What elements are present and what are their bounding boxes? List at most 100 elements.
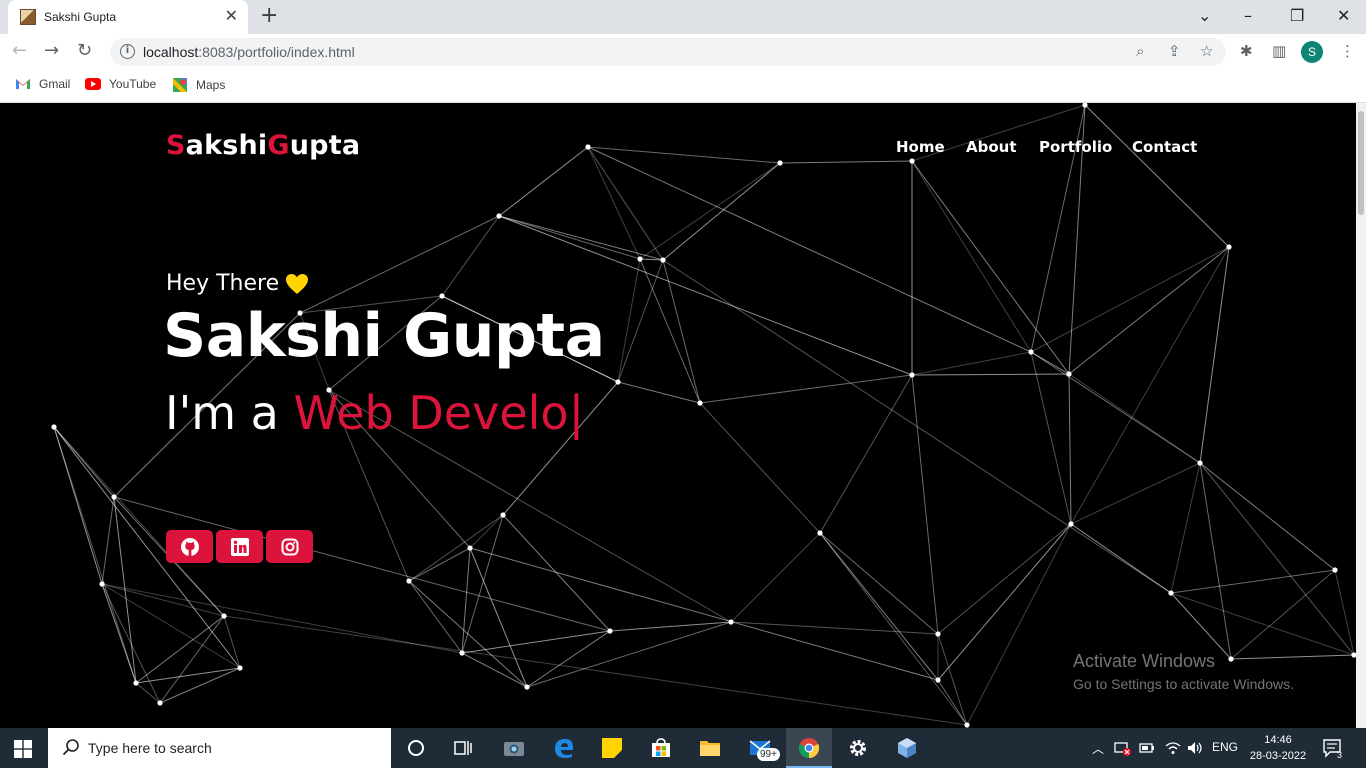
network-line — [469, 547, 528, 688]
network-line — [135, 615, 225, 684]
chrome-taskbar-button[interactable] — [786, 728, 832, 768]
show-hidden-icons-chevron[interactable]: ︿ — [1092, 740, 1104, 757]
network-node — [607, 628, 613, 634]
network-node — [697, 400, 703, 406]
scrollbar-thumb[interactable] — [1358, 111, 1364, 215]
browser-menu-icon[interactable]: ⋮ — [1340, 42, 1355, 60]
site-favicon-icon — [20, 9, 36, 25]
network-line — [498, 146, 589, 217]
sticky-notes-icon[interactable] — [600, 736, 624, 760]
system-clock[interactable]: 14:46 28-03-2022 — [1248, 732, 1308, 764]
linkedin-button[interactable] — [216, 530, 263, 563]
network-line — [1170, 569, 1336, 594]
network-line — [699, 374, 913, 404]
network-node — [1028, 349, 1034, 355]
network-line — [1068, 246, 1230, 375]
address-bar[interactable]: i localhost:8083/portfolio/index.html ⌕ … — [110, 38, 1226, 66]
network-line — [937, 633, 968, 726]
network-node — [524, 684, 530, 690]
instagram-button[interactable] — [266, 530, 313, 563]
tab-title: Sakshi Gupta — [44, 10, 117, 24]
side-panel-icon[interactable]: ▥ — [1272, 42, 1286, 60]
network-line — [609, 621, 732, 632]
mail-count-badge: 99+ — [757, 748, 780, 761]
network-line — [779, 160, 913, 164]
close-tab-icon[interactable]: ✕ — [225, 7, 238, 25]
network-line — [461, 547, 471, 654]
tab-search-icon[interactable]: ⌄ — [1198, 6, 1211, 26]
bookmarks-bar: Gmail YouTube Maps — [0, 70, 1366, 103]
network-node — [500, 512, 506, 518]
close-window-button[interactable]: ✕ — [1337, 6, 1350, 26]
file-explorer-icon[interactable] — [698, 736, 722, 760]
network-line — [408, 514, 504, 582]
network-line — [1170, 462, 1201, 594]
nav-contact[interactable]: Contact — [1132, 138, 1197, 156]
wifi-icon[interactable] — [1164, 740, 1182, 756]
network-line — [937, 679, 968, 726]
nav-about[interactable]: About — [966, 138, 1017, 156]
profile-avatar[interactable]: S — [1301, 41, 1323, 63]
3d-box-app-icon[interactable] — [895, 736, 919, 760]
microsoft-store-icon[interactable] — [649, 736, 673, 760]
network-node — [935, 677, 941, 683]
page-scrollbar[interactable] — [1356, 103, 1366, 728]
maximize-window-button[interactable]: ❐ — [1290, 6, 1304, 26]
linkedin-icon — [230, 537, 249, 556]
network-line — [699, 402, 821, 534]
battery-icon[interactable] — [1139, 742, 1155, 754]
windows-start-icon[interactable] — [14, 740, 32, 758]
new-tab-button[interactable]: + — [260, 5, 278, 27]
network-line — [408, 547, 471, 582]
network-error-icon[interactable] — [1114, 741, 1132, 757]
network-line — [1068, 373, 1201, 464]
volume-icon[interactable] — [1186, 740, 1204, 756]
taskbar-search-box[interactable]: Type here to search — [48, 728, 391, 768]
url-text[interactable]: localhost:8083/portfolio/index.html — [143, 44, 355, 60]
network-line — [526, 621, 732, 688]
edge-browser-icon[interactable] — [552, 736, 576, 760]
network-node — [1332, 567, 1338, 573]
cortana-icon[interactable] — [404, 736, 428, 760]
share-icon[interactable]: ⇪ — [1168, 42, 1181, 60]
task-view-icon[interactable] — [451, 736, 475, 760]
network-node — [615, 379, 621, 385]
site-info-icon[interactable]: i — [120, 44, 135, 59]
bookmark-maps[interactable]: Maps — [172, 77, 225, 93]
network-node — [1068, 521, 1074, 527]
settings-gear-icon[interactable] — [846, 736, 870, 760]
bookmark-youtube[interactable]: YouTube — [85, 77, 156, 91]
minimize-window-button[interactable]: – — [1244, 6, 1252, 26]
bookmark-gmail[interactable]: Gmail — [15, 77, 70, 91]
bookmark-star-icon[interactable]: ☆ — [1200, 42, 1213, 60]
network-line — [101, 583, 225, 617]
back-arrow-icon[interactable]: ← — [12, 40, 27, 62]
network-line — [911, 160, 1032, 353]
forward-arrow-icon[interactable]: → — [44, 40, 59, 62]
github-button[interactable] — [166, 530, 213, 563]
network-line — [639, 162, 781, 260]
activate-windows-watermark: Activate Windows Go to Settings to activ… — [1073, 651, 1294, 692]
network-node — [660, 257, 666, 263]
network-line — [498, 215, 641, 260]
network-node — [133, 680, 139, 686]
network-line — [730, 621, 939, 635]
extensions-puzzle-icon[interactable]: ✱ — [1240, 42, 1253, 60]
nav-portfolio[interactable]: Portfolio — [1039, 138, 1112, 156]
network-node — [817, 530, 823, 536]
site-logo[interactable]: SakshiGupta — [166, 130, 360, 161]
browser-toolbar: ← → ↻ i localhost:8083/portfolio/index.h… — [0, 34, 1366, 70]
browser-tab[interactable]: Sakshi Gupta ✕ — [8, 0, 248, 34]
zoom-icon[interactable]: ⌕ — [1136, 42, 1144, 60]
network-line — [937, 523, 1072, 635]
network-line — [1199, 246, 1230, 464]
network-line — [223, 615, 968, 726]
youtube-icon — [85, 78, 101, 90]
reload-icon[interactable]: ↻ — [77, 40, 92, 62]
network-node — [637, 256, 643, 262]
network-line — [135, 667, 241, 684]
github-icon — [180, 537, 199, 556]
camera-app-icon[interactable] — [502, 736, 526, 760]
nav-home[interactable]: Home — [896, 138, 945, 156]
language-indicator[interactable]: ENG — [1212, 740, 1238, 754]
